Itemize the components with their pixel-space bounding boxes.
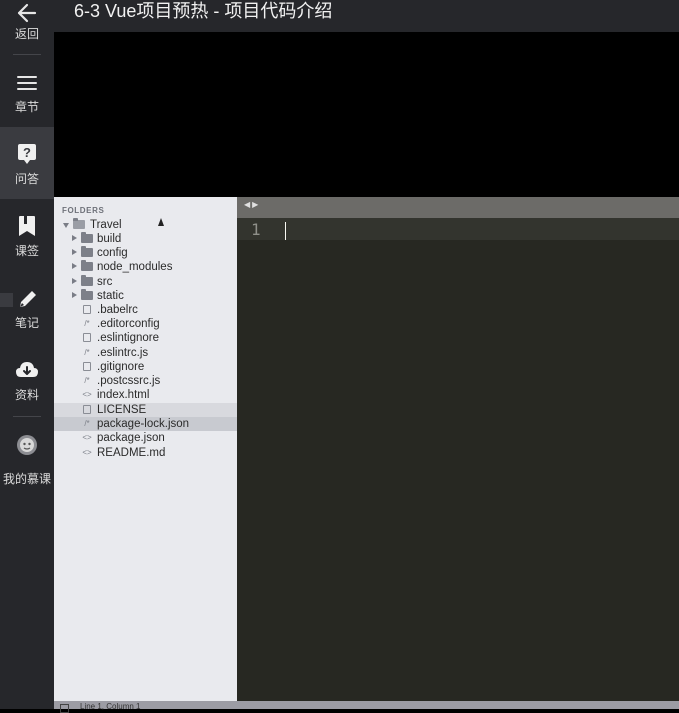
cloud-download-icon	[16, 362, 38, 377]
nav-materials[interactable]: 资料	[0, 343, 54, 415]
page-title: 6-3 Vue项目预热 - 项目代码介绍	[74, 1, 333, 21]
folder-icon	[81, 246, 93, 257]
comment-file-icon: /*	[84, 319, 90, 328]
file-icon	[83, 333, 91, 342]
bookmark-icon	[19, 216, 35, 236]
folder-icon	[81, 275, 93, 286]
file-sidebar: FOLDERS Travel build config node_modules…	[54, 197, 237, 701]
comment-file-icon: /*	[84, 376, 90, 385]
tree-item-label: .eslintignore	[97, 332, 160, 344]
tree-item-folder[interactable]: config	[54, 246, 237, 260]
disclosure-closed-icon	[72, 249, 77, 255]
nav-my-courses[interactable]: 我的慕课	[0, 417, 54, 489]
nav-qa[interactable]: ? 问答	[0, 127, 54, 199]
nav-back-label: 返回	[14, 27, 39, 41]
tree-item-file[interactable]: <> package.json	[54, 431, 237, 445]
video-player[interactable]	[54, 32, 679, 197]
tree-root-folder[interactable]: Travel	[54, 218, 237, 232]
tree-item-file[interactable]: /* package-lock.json	[54, 417, 237, 431]
tree-item-folder[interactable]: static	[54, 289, 237, 303]
folder-open-icon	[73, 218, 85, 229]
tree-item-file[interactable]: <> README.md	[54, 446, 237, 460]
menu-icon	[17, 76, 37, 90]
code-file-icon: <>	[82, 390, 92, 399]
mouse-pointer-icon	[158, 218, 164, 226]
nav-notes[interactable]: 笔记	[0, 271, 54, 343]
question-icon: ?	[18, 144, 36, 164]
disclosure-closed-icon	[72, 292, 77, 298]
status-bar: Line 1, Column 1	[54, 701, 679, 713]
code-file-icon: <>	[82, 433, 92, 442]
tab-scroll-arrows-icon[interactable]: ◀▶	[244, 200, 260, 209]
tree-item-label: README.md	[97, 447, 166, 459]
folders-heading: FOLDERS	[62, 206, 105, 215]
tree-item-file[interactable]: LICENSE	[54, 403, 237, 417]
code-editor[interactable]: 1	[237, 218, 679, 701]
nav-chapters-label: 章节	[14, 100, 39, 114]
folder-icon	[81, 289, 93, 300]
header-bar: 6-3 Vue项目预热 - 项目代码介绍	[54, 0, 679, 32]
file-icon	[83, 405, 91, 414]
tree-item-file[interactable]: /* .eslintrc.js	[54, 346, 237, 360]
nav-materials-label: 资料	[14, 388, 39, 402]
disclosure-open-icon	[63, 223, 69, 228]
nav-my-courses-label: 我的慕课	[2, 472, 51, 486]
disclosure-closed-icon	[72, 278, 77, 284]
disclosure-closed-icon	[72, 263, 77, 269]
tree-item-file[interactable]: .babelrc	[54, 303, 237, 317]
folder-icon	[81, 260, 93, 271]
tree-item-folder[interactable]: node_modules	[54, 260, 237, 274]
nav-qa-label: 问答	[14, 172, 39, 186]
file-icon	[83, 305, 91, 314]
code-file-icon: <>	[82, 448, 92, 457]
tree-item-file[interactable]: .eslintignore	[54, 331, 237, 345]
tree-item-file[interactable]: /* .editorconfig	[54, 317, 237, 331]
avatar-icon	[17, 435, 37, 455]
tree-item-file[interactable]: /* .postcssrc.js	[54, 374, 237, 388]
comment-file-icon: /*	[84, 419, 90, 428]
status-text: Line 1, Column 1	[80, 702, 141, 711]
tree-item-file[interactable]: <> index.html	[54, 388, 237, 402]
left-nav: 返回 章节 ? 问答 课签 笔记 资料 我的慕课	[0, 0, 54, 709]
line-number: 1	[251, 220, 261, 239]
tree-item-label: node_modules	[97, 261, 173, 273]
tree-item-folder[interactable]: build	[54, 232, 237, 246]
disclosure-closed-icon	[72, 235, 77, 241]
current-line-highlight	[237, 218, 679, 240]
file-icon	[83, 362, 91, 371]
arrow-left-icon	[17, 3, 37, 23]
editor-tab-bar: ◀▶	[237, 197, 679, 218]
folder-icon	[81, 232, 93, 243]
tree-item-label: package.json	[97, 432, 165, 444]
tree-item-label: index.html	[97, 389, 150, 401]
svg-text:?: ?	[23, 145, 31, 160]
nav-chapters[interactable]: 章节	[0, 55, 54, 127]
comment-file-icon: /*	[84, 348, 90, 357]
tree-item-folder[interactable]: src	[54, 275, 237, 289]
nav-notes-label: 笔记	[14, 316, 39, 330]
tree-item-file[interactable]: .gitignore	[54, 360, 237, 374]
text-caret	[285, 222, 286, 240]
pencil-icon	[20, 291, 36, 307]
nav-bookmarks-label: 课签	[14, 244, 39, 258]
nav-bookmarks[interactable]: 课签	[0, 199, 54, 271]
